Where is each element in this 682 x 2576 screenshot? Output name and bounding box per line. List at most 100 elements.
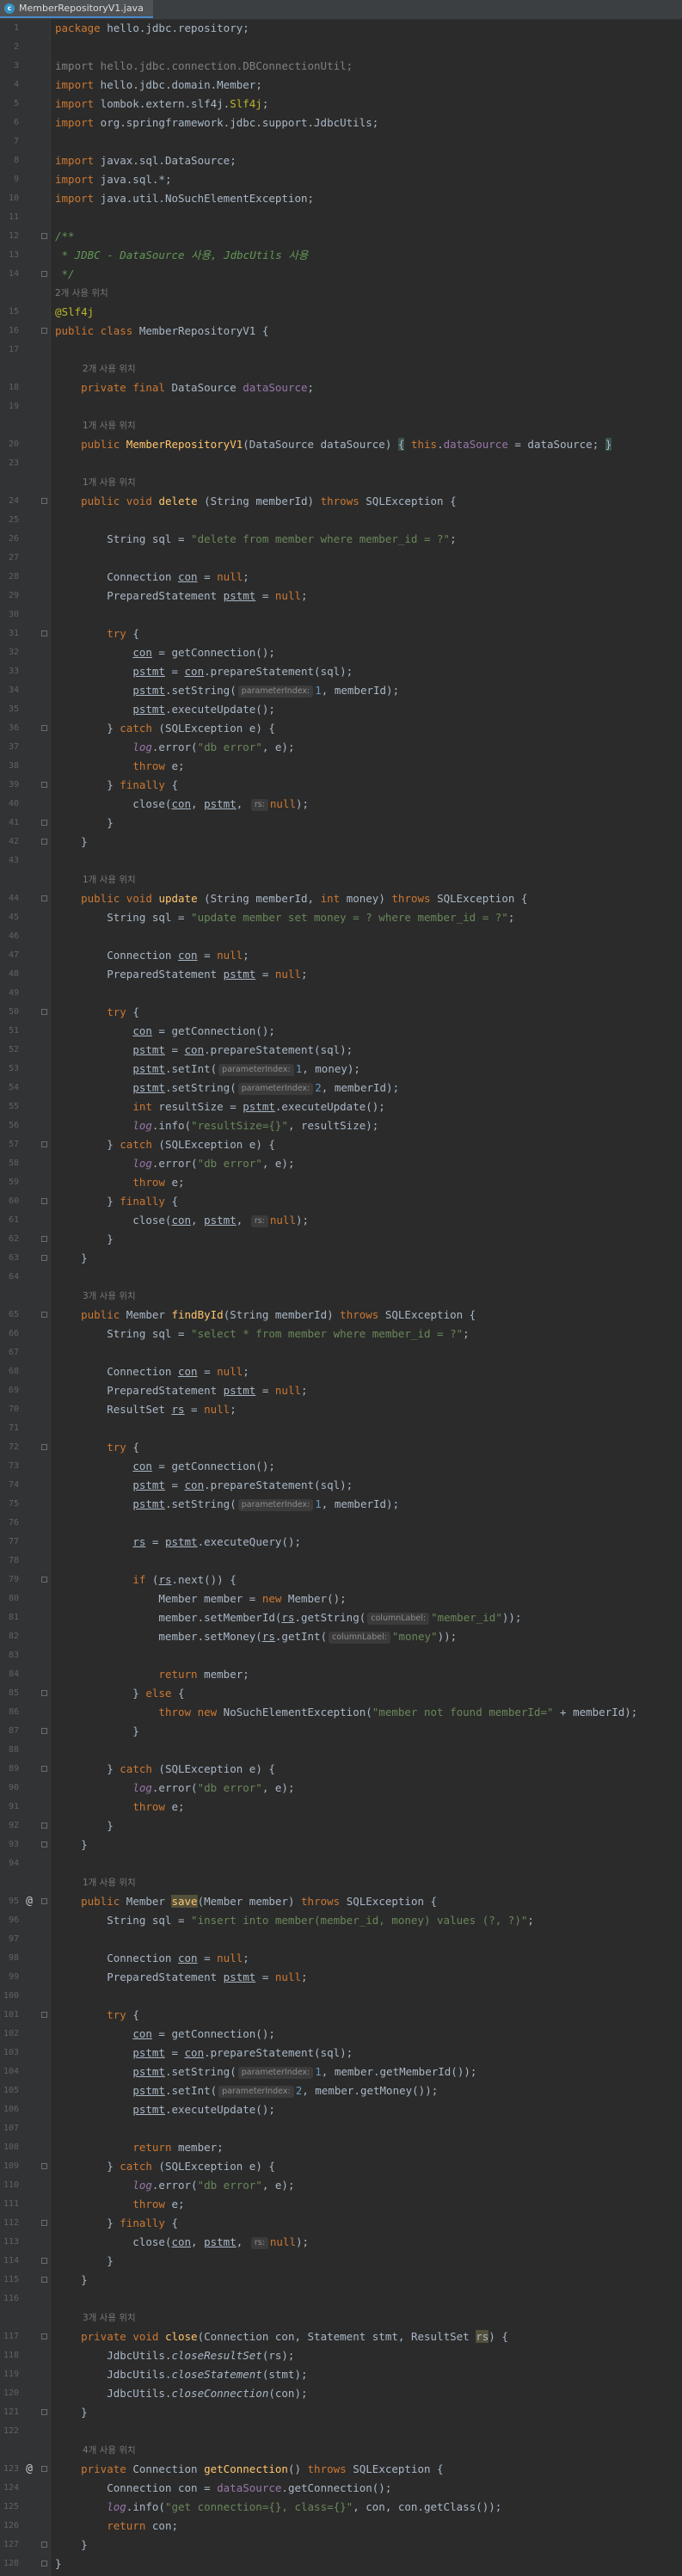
code-line[interactable]: throw e; <box>55 1798 184 1817</box>
code-line[interactable]: } <box>55 1249 88 1268</box>
code-line[interactable]: rs = pstmt.executeQuery(); <box>55 1533 301 1552</box>
fold-marker-icon[interactable] <box>41 2220 47 2226</box>
fold-marker-icon[interactable] <box>41 2163 47 2169</box>
code-line[interactable]: pstmt = con.prepareStatement(sql); <box>55 2044 353 2063</box>
code-line[interactable]: } catch (SQLException e) { <box>55 1760 275 1779</box>
fold-marker-icon[interactable] <box>41 328 47 334</box>
code-line[interactable]: /** <box>55 227 75 246</box>
code-line[interactable]: try { <box>55 1003 139 1022</box>
code-line[interactable]: } <box>55 2252 114 2271</box>
fold-marker-icon[interactable] <box>41 2333 47 2339</box>
usage-hint[interactable]: 2개 사용 위치 <box>55 284 108 303</box>
fold-marker-icon[interactable] <box>41 1841 47 1847</box>
tab-member-repository-v1[interactable]: c MemberRepositoryV1.java <box>0 0 153 18</box>
code-line[interactable]: public void delete (String memberId) thr… <box>55 492 457 511</box>
fold-marker-icon[interactable] <box>41 1198 47 1204</box>
code-line[interactable]: Connection con = null; <box>55 946 249 965</box>
fold-marker-icon[interactable] <box>41 895 47 901</box>
fold-marker-icon[interactable] <box>41 1690 47 1696</box>
code-line[interactable]: public Member findById(String memberId) … <box>55 1306 476 1325</box>
code-line[interactable]: JdbcUtils.closeResultSet(rs); <box>55 2346 294 2365</box>
code-line[interactable]: throw e; <box>55 2195 184 2214</box>
code-line[interactable]: package hello.jdbc.repository; <box>55 19 249 38</box>
fold-marker-icon[interactable] <box>41 2409 47 2415</box>
code-line[interactable]: pstmt.executeUpdate(); <box>55 2100 275 2119</box>
code-line[interactable]: Connection con = null; <box>55 568 249 587</box>
code-line[interactable]: } <box>55 2403 88 2422</box>
code-line[interactable]: try { <box>55 624 139 643</box>
usage-hint[interactable]: 1개 사용 위치 <box>83 473 136 492</box>
code-line[interactable]: return con; <box>55 2517 178 2536</box>
code-line[interactable]: } <box>55 2536 88 2554</box>
code-line[interactable]: if (rs.next()) { <box>55 1571 236 1589</box>
code-line[interactable]: } <box>55 1230 114 1249</box>
code-line[interactable]: log.error("db error", e); <box>55 2176 294 2195</box>
code-line[interactable]: } catch (SQLException e) { <box>55 1135 275 1154</box>
fold-marker-icon[interactable] <box>41 2258 47 2264</box>
code-line[interactable]: public MemberRepositoryV1(DataSource dat… <box>55 435 612 454</box>
code-line[interactable]: con = getConnection(); <box>55 2025 275 2044</box>
code-line[interactable]: } <box>55 2554 62 2573</box>
code-line[interactable]: int resultSize = pstmt.executeUpdate(); <box>55 1097 385 1116</box>
code-line[interactable]: } finally { <box>55 2214 178 2233</box>
code-line[interactable]: pstmt.setString(parameterIndex: 1, member… <box>55 1495 399 1514</box>
code-line[interactable]: Connection con = null; <box>55 1949 249 1968</box>
code-line[interactable]: String sql = "update member set money = … <box>55 908 514 927</box>
code-line[interactable]: } finally { <box>55 1192 178 1211</box>
code-line[interactable]: pstmt.setString(parameterIndex: 2, member… <box>55 1079 399 1097</box>
fold-marker-icon[interactable] <box>41 630 47 636</box>
code-editor[interactable]: package hello.jdbc.repository; import hel… <box>55 19 682 2576</box>
fold-marker-icon[interactable] <box>41 1444 47 1450</box>
code-line[interactable]: } <box>55 1817 114 1835</box>
code-line[interactable]: */ <box>55 265 75 284</box>
usage-hint[interactable]: 1개 사용 위치 <box>83 416 136 435</box>
code-line[interactable]: import hello.jdbc.domain.Member; <box>55 76 262 95</box>
fold-marker-icon[interactable] <box>41 1728 47 1734</box>
code-line[interactable]: close(con, pstmt, rs: null); <box>55 1211 309 1230</box>
code-line[interactable]: member.setMemberId(rs.getString(columnLa… <box>55 1608 521 1627</box>
code-line[interactable]: try { <box>55 1438 139 1457</box>
code-line[interactable]: ResultSet rs = null; <box>55 1400 237 1419</box>
usage-hint[interactable]: 1개 사용 위치 <box>83 1873 136 1892</box>
code-line[interactable]: pstmt.setString(parameterIndex: 1, member… <box>55 2063 476 2081</box>
code-line[interactable]: con = getConnection(); <box>55 643 275 662</box>
fold-marker-icon[interactable] <box>41 2561 47 2567</box>
code-line[interactable]: log.error("db error", e); <box>55 1154 294 1173</box>
usage-hint[interactable]: 1개 사용 위치 <box>83 870 136 889</box>
code-line[interactable]: private Connection getConnection() throw… <box>55 2460 443 2479</box>
code-line[interactable]: import java.sql.*; <box>55 170 171 189</box>
code-line[interactable]: Connection con = null; <box>55 1362 249 1381</box>
code-line[interactable]: } <box>55 1835 88 1854</box>
code-line[interactable]: import lombok.extern.slf4j.Slf4j; <box>55 95 268 114</box>
code-line[interactable]: pstmt = con.prepareStatement(sql); <box>55 1041 353 1060</box>
fold-marker-icon[interactable] <box>41 1236 47 1242</box>
code-line[interactable]: member.setMoney(rs.getInt(columnLabel: "m… <box>55 1627 457 1646</box>
line-number-gutter[interactable]: 1 2 3 4 5 6 7 8 9 10 11 12 13 14 15 16 17 18 19 20 23 24 25 26 2… <box>0 19 51 2576</box>
code-line[interactable]: * JDBC - DataSource 사용, JdbcUtils 사용 <box>55 246 309 265</box>
code-line[interactable]: throw new NoSuchElementException("member… <box>55 1703 637 1722</box>
code-line[interactable]: private final DataSource dataSource; <box>55 378 314 397</box>
code-line[interactable]: close(con, pstmt, rs: null); <box>55 795 309 814</box>
code-line[interactable]: String sql = "select * from member where… <box>55 1325 469 1343</box>
code-line[interactable]: } <box>55 833 88 851</box>
fold-marker-icon[interactable] <box>41 1141 47 1147</box>
usage-hint[interactable]: 4개 사용 위치 <box>83 2441 136 2460</box>
code-line[interactable]: public Member save(Member member) throws… <box>55 1892 437 1911</box>
fold-marker-icon[interactable] <box>41 233 47 239</box>
code-line[interactable]: } <box>55 2271 88 2290</box>
code-line[interactable]: return member; <box>55 1665 249 1684</box>
code-line[interactable]: } catch (SQLException e) { <box>55 2157 275 2176</box>
code-line[interactable]: close(con, pstmt, rs: null); <box>55 2233 309 2252</box>
fold-marker-icon[interactable] <box>41 271 47 277</box>
fold-marker-icon[interactable] <box>41 1009 47 1015</box>
code-line[interactable]: } <box>55 814 114 833</box>
code-line[interactable]: log.error("db error", e); <box>55 1779 294 1798</box>
code-line[interactable]: } <box>55 1722 139 1741</box>
fold-marker-icon[interactable] <box>41 820 47 826</box>
code-line[interactable]: throw e; <box>55 1173 184 1192</box>
code-line[interactable]: log.error("db error", e); <box>55 738 294 757</box>
code-line[interactable]: JdbcUtils.closeConnection(con); <box>55 2384 307 2403</box>
fold-marker-icon[interactable] <box>41 1312 47 1318</box>
code-line[interactable]: pstmt = con.prepareStatement(sql); <box>55 662 353 681</box>
code-line[interactable]: throw e; <box>55 757 184 776</box>
